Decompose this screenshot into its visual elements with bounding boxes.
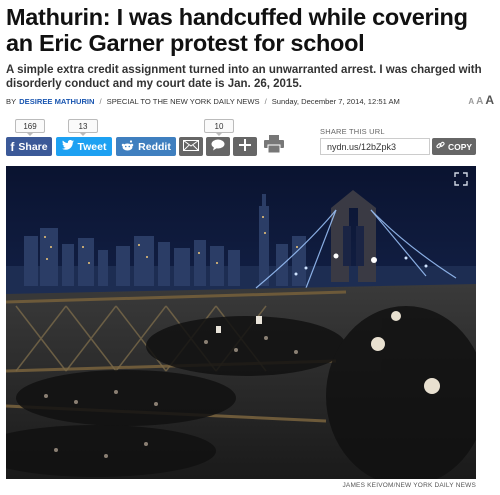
print-button[interactable] (262, 135, 286, 158)
article-headline: Mathurin: I was handcuffed while coverin… (6, 4, 468, 56)
share-url-label: SHARE THIS URL (320, 127, 385, 136)
text-size-controls: A A A (468, 93, 494, 107)
print-icon (264, 135, 284, 158)
text-size-large[interactable]: A (485, 93, 494, 107)
text-size-medium[interactable]: A (476, 96, 483, 107)
byline-separator: / (264, 96, 267, 106)
twitter-icon (61, 140, 74, 153)
share-url-field[interactable] (320, 138, 430, 155)
email-share-count: 10 (204, 119, 234, 136)
link-icon (436, 141, 445, 152)
email-share-button[interactable] (179, 137, 203, 156)
byline-date: Sunday, December 7, 2014, 12:51 AM (271, 96, 400, 106)
photo-credit: JAMES KEIVOM/NEW YORK DAILY NEWS (342, 482, 476, 489)
byline-separator: / (99, 96, 102, 106)
expand-icon (454, 172, 468, 186)
facebook-icon: f (10, 139, 15, 154)
comment-button[interactable] (206, 137, 230, 156)
plus-icon (239, 138, 251, 156)
text-size-small[interactable]: A (468, 97, 474, 106)
byline-prefix: BY (6, 96, 17, 106)
expand-photo-button[interactable] (454, 172, 468, 186)
byline: BY DESIREE MATHURIN / SPECIAL TO THE NEW… (6, 95, 494, 107)
author-link[interactable]: DESIREE MATHURIN (19, 97, 94, 106)
copy-url-button[interactable]: COPY (432, 138, 476, 155)
reddit-icon (121, 139, 134, 154)
reddit-share-label: Reddit (138, 140, 171, 153)
article-dek: A simple extra credit assignment turned … (6, 64, 482, 90)
facebook-share-count: 169 (15, 119, 45, 136)
twitter-tweet-button[interactable]: Tweet (56, 137, 112, 156)
brooklyn-bridge-protest-photo (6, 166, 476, 479)
comment-icon (211, 138, 225, 156)
facebook-share-button[interactable]: f Share (6, 137, 52, 156)
twitter-tweet-label: Tweet (77, 140, 107, 153)
facebook-share-label: Share (18, 140, 48, 153)
twitter-share-count: 13 (68, 119, 98, 136)
email-icon (183, 138, 199, 156)
more-share-button[interactable] (233, 137, 257, 156)
reddit-share-button[interactable]: Reddit (116, 137, 176, 156)
byline-section: SPECIAL TO THE NEW YORK DAILY NEWS (106, 96, 260, 106)
article-photo[interactable] (6, 166, 476, 479)
copy-url-label: COPY (447, 141, 473, 152)
